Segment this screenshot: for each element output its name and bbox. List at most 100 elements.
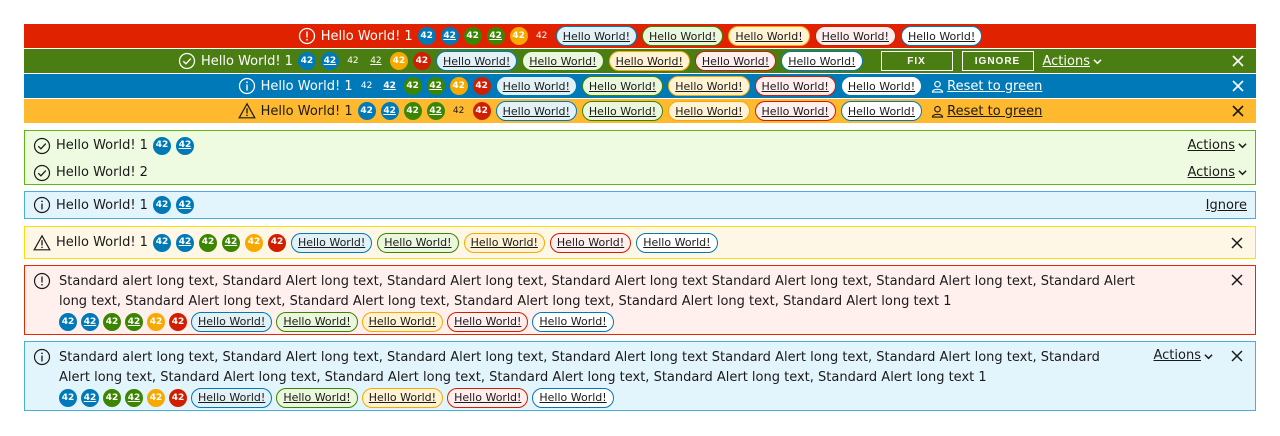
close-icon[interactable] <box>1228 49 1248 73</box>
label-link[interactable]: Hello World! <box>555 26 637 46</box>
badge: 42 <box>472 102 491 120</box>
label-link[interactable]: Hello World! <box>728 26 810 46</box>
badge-link[interactable]: 42 <box>175 196 194 214</box>
badge-link[interactable]: 42 <box>367 52 385 70</box>
label-link[interactable]: Hello World! <box>361 388 444 408</box>
chevron-down-icon <box>1238 143 1247 149</box>
ignore-link[interactable]: Ignore <box>1206 198 1247 213</box>
label-link[interactable]: Hello World! <box>608 51 690 71</box>
close-icon[interactable] <box>1228 99 1248 123</box>
label-link[interactable]: Hello World! <box>549 232 632 253</box>
badge: 42 <box>198 233 217 252</box>
label-link[interactable]: Hello World! <box>581 101 664 121</box>
label-link[interactable]: Hello World! <box>522 51 604 71</box>
badge: 42 <box>360 80 373 91</box>
label-link[interactable]: Hello World! <box>754 101 836 121</box>
label-link[interactable]: Hello World! <box>581 76 664 96</box>
label-link[interactable]: Hello World! <box>435 51 518 71</box>
actions-label: Actions <box>1153 348 1202 363</box>
reset-label: Reset to green <box>947 103 1043 119</box>
label-link[interactable]: Hello World! <box>495 76 577 96</box>
error-standard-icon <box>298 27 316 45</box>
label-link[interactable]: Hello World! <box>447 388 529 408</box>
badge-link[interactable]: 42 <box>380 77 399 95</box>
badge-link[interactable]: 42 <box>125 313 143 331</box>
close-icon[interactable] <box>1228 74 1248 98</box>
actions-dropdown[interactable]: Actions <box>1188 138 1248 153</box>
label-link[interactable]: Hello World! <box>754 76 836 96</box>
label-link[interactable]: Hello World! <box>276 388 358 408</box>
label-link[interactable]: Hello World! <box>191 388 273 408</box>
badge-link[interactable]: 42 <box>320 52 339 70</box>
label-link[interactable]: Hello World! <box>361 312 443 332</box>
alert-text: Hello World! 1 <box>260 78 353 94</box>
badge: 42 <box>417 27 436 45</box>
badge-link[interactable]: 42 <box>175 233 194 252</box>
label-link[interactable]: Hello World! <box>781 51 863 71</box>
fix-button[interactable]: FIX <box>880 51 953 71</box>
label-link[interactable]: Hello World! <box>840 101 923 121</box>
badge-link[interactable]: 42 <box>380 102 399 120</box>
label-link[interactable]: Hello World! <box>447 312 529 332</box>
label-link[interactable]: Hello World! <box>668 101 750 121</box>
label-link[interactable]: Hello World! <box>636 232 718 253</box>
chevron-down-icon <box>1238 170 1247 176</box>
badge-link[interactable]: 42 <box>426 102 445 120</box>
badge-link[interactable]: 42 <box>426 77 445 95</box>
user-icon <box>931 105 944 118</box>
label-link[interactable]: Hello World! <box>276 312 358 332</box>
alert-item: Hello World! 1 42 42 Actions <box>25 132 1255 159</box>
info-standard-icon <box>33 348 51 366</box>
badge-link[interactable]: 42 <box>81 389 99 407</box>
badge-link[interactable]: 42 <box>175 136 194 155</box>
badge-link[interactable]: 42 <box>125 389 143 407</box>
success-standard-icon <box>178 52 196 70</box>
actions-dropdown[interactable]: Actions <box>1188 165 1248 180</box>
badge-group: 42 42 42 42 42 42 Hello World! Hello Wor… <box>59 388 358 408</box>
badge: 42 <box>152 196 171 214</box>
label-link[interactable]: Hello World! <box>840 76 923 96</box>
success-standard-icon <box>33 137 51 155</box>
label-link[interactable]: Hello World! <box>900 26 983 46</box>
label-link[interactable]: Hello World! <box>191 312 273 332</box>
badge-link[interactable]: 42 <box>440 27 459 45</box>
badge-group: 42 42 42 42 42 42 Hello World! Hello Wor… <box>59 312 443 332</box>
info-standard-icon <box>33 196 51 214</box>
label-link[interactable]: Hello World! <box>814 26 896 46</box>
alert-info-long: Standard alert long text, Standard Alert… <box>24 341 1256 411</box>
label-link[interactable]: Hello World! <box>668 76 750 96</box>
badge: 42 <box>389 52 408 70</box>
close-icon[interactable] <box>1227 346 1247 366</box>
label-link[interactable]: Hello World! <box>532 312 614 332</box>
label-link[interactable]: Hello World! <box>377 232 459 253</box>
label-link[interactable]: Hello World! <box>290 232 373 253</box>
badge: 42 <box>244 233 263 252</box>
label-group: Hello World! Hello World! Hello World! <box>361 388 614 408</box>
badge: 42 <box>403 102 422 120</box>
alert-item: Hello World! 1 42 42 Ignore <box>25 192 1255 218</box>
actions-dropdown[interactable]: Actions <box>1154 346 1214 366</box>
label-link[interactable]: Hello World! <box>532 388 614 408</box>
badge: 42 <box>472 77 491 95</box>
alert-text: Hello World! 1 <box>56 235 148 250</box>
alert-text: Hello World! 1 <box>56 138 148 153</box>
label-link[interactable]: Hello World! <box>495 101 577 121</box>
reset-to-green-link[interactable]: Reset to green <box>931 79 1042 94</box>
label-link[interactable]: Hello World! <box>463 232 545 253</box>
ignore-button[interactable]: IGNORE <box>961 51 1034 71</box>
actions-dropdown[interactable]: Actions <box>1043 54 1103 69</box>
reset-to-green-link[interactable]: Reset to green <box>931 104 1042 119</box>
close-icon[interactable] <box>1227 233 1247 253</box>
app-level-alert-warning: Hello World! 1 42 42 42 42 42 42 Hello W… <box>24 99 1256 123</box>
badge-link[interactable]: 42 <box>486 27 505 45</box>
chevron-down-icon <box>1093 58 1102 64</box>
badge: 42 <box>463 27 482 45</box>
success-standard-icon <box>33 164 51 182</box>
label-link[interactable]: Hello World! <box>694 51 777 71</box>
close-icon[interactable] <box>1227 270 1247 290</box>
badge-link[interactable]: 42 <box>221 233 240 252</box>
badge-link[interactable]: 42 <box>81 313 99 331</box>
label-link[interactable]: Hello World! <box>642 26 724 46</box>
warning-standard-icon <box>33 234 51 252</box>
badge: 42 <box>59 389 77 407</box>
